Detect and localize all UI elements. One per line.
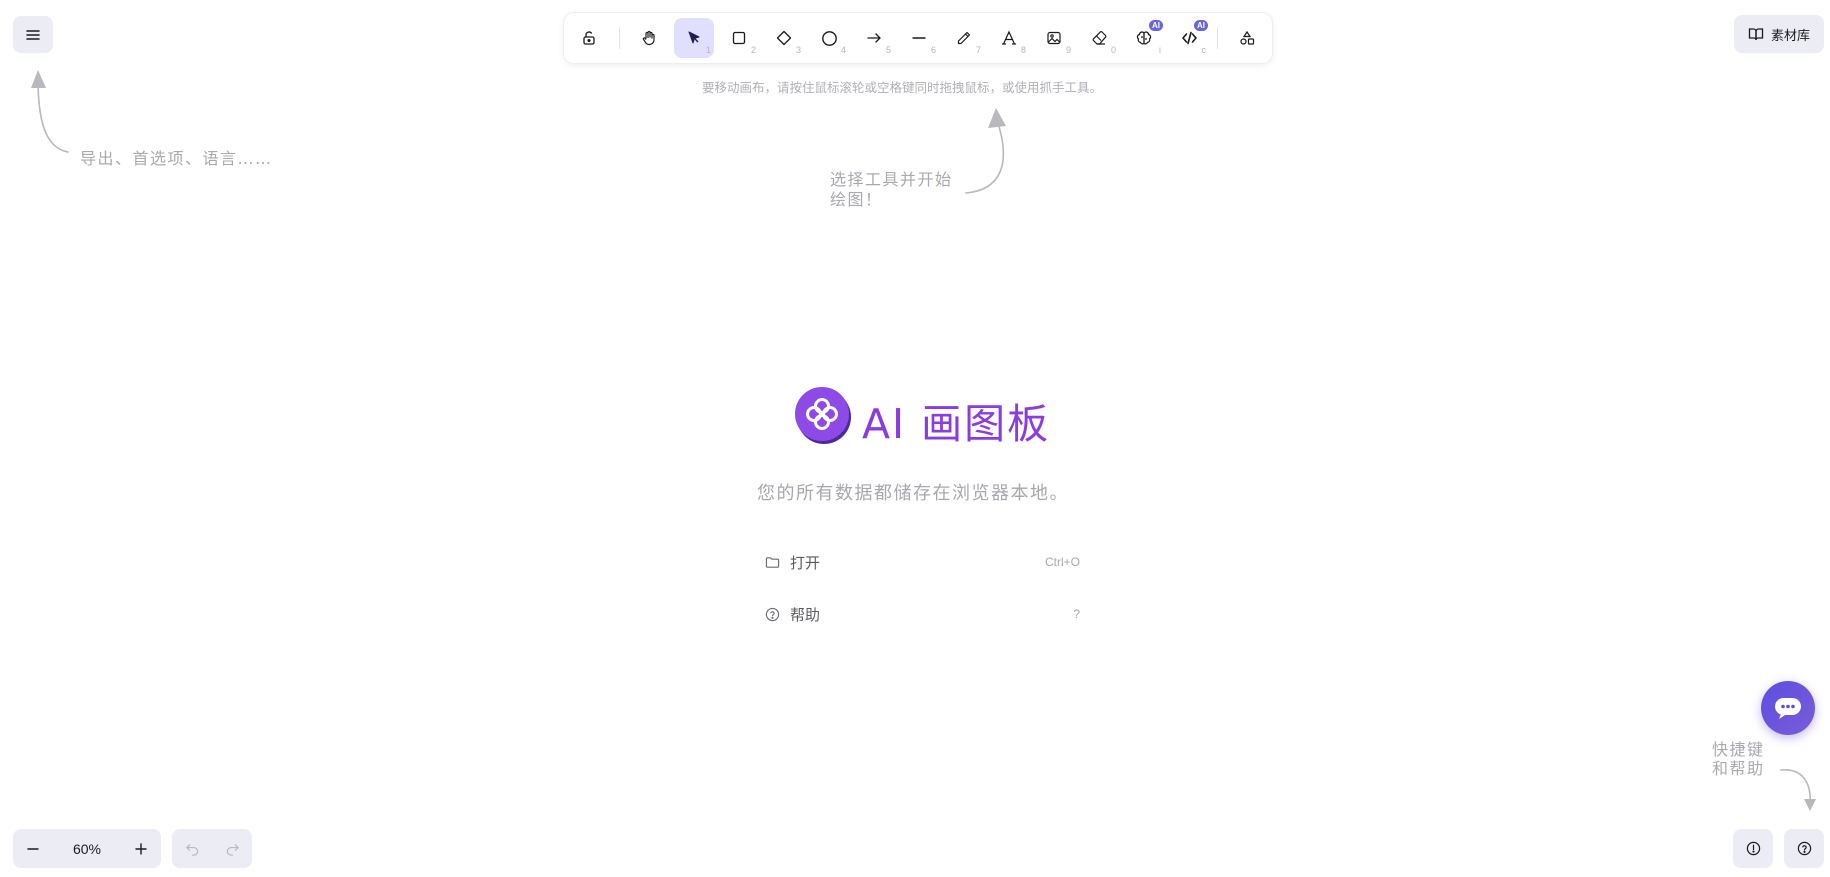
tool-key-label: 7 xyxy=(975,45,981,55)
help-circle-icon xyxy=(765,607,780,622)
line-icon xyxy=(911,30,927,46)
tool-line[interactable]: 6 xyxy=(899,18,939,58)
tool-ellipse[interactable]: 4 xyxy=(809,18,849,58)
ai-badge: AI xyxy=(1194,20,1208,31)
hamburger-icon xyxy=(25,27,41,43)
book-icon xyxy=(1748,26,1764,42)
text-icon xyxy=(1001,30,1017,46)
minus-icon xyxy=(26,842,40,856)
help-hint-arrowhead xyxy=(1804,799,1816,811)
circle-icon xyxy=(821,30,838,47)
tool-key-label: 2 xyxy=(750,45,756,55)
help-hint-line2: 和帮助 xyxy=(1712,759,1765,778)
tool-rectangle[interactable]: 2 xyxy=(719,18,759,58)
tool-key-label: c xyxy=(1201,45,1207,55)
tool-key-label: 5 xyxy=(885,45,891,55)
brain-icon xyxy=(1136,30,1152,46)
help-button[interactable] xyxy=(1784,829,1824,868)
redo-icon xyxy=(225,841,240,856)
question-icon xyxy=(1797,841,1812,856)
square-icon xyxy=(731,30,747,46)
tool-diamond[interactable]: 3 xyxy=(764,18,804,58)
tool-key-label: 9 xyxy=(1065,45,1071,55)
help-hint-line1: 快捷键 xyxy=(1712,740,1765,759)
welcome-title: AI 画图板 xyxy=(862,400,1051,448)
pencil-icon xyxy=(956,30,972,46)
menu-hint-arrowhead xyxy=(31,70,46,88)
tool-key-label: 1 xyxy=(705,45,711,55)
library-button[interactable]: 素材库 xyxy=(1734,15,1824,53)
tool-hint-arrow xyxy=(965,119,1005,194)
tool-hand[interactable] xyxy=(629,18,669,58)
open-label: 打开 xyxy=(790,553,821,572)
history-controls xyxy=(172,829,252,868)
tool-key-label: 3 xyxy=(795,45,801,55)
arrow-icon xyxy=(866,30,882,46)
tool-text[interactable]: 8 xyxy=(989,18,1029,58)
ai-badge: AI xyxy=(1149,20,1163,31)
diamond-icon xyxy=(776,30,792,46)
undo-button[interactable] xyxy=(172,829,212,868)
tool-lock[interactable] xyxy=(569,18,609,58)
info-icon xyxy=(1746,841,1761,856)
redo-button[interactable] xyxy=(212,829,252,868)
welcome-logo xyxy=(795,386,853,444)
info-button[interactable] xyxy=(1733,829,1773,868)
cursor-icon xyxy=(686,30,702,46)
tool-hint-line1: 选择工具并开始 xyxy=(830,170,953,189)
tool-key-label: 6 xyxy=(930,45,936,55)
open-shortcut: Ctrl+O xyxy=(1044,555,1080,569)
tool-hint-line2: 绘图！ xyxy=(830,190,883,209)
plus-icon xyxy=(134,842,148,856)
toolbar-divider xyxy=(1217,27,1218,49)
clover-logo-icon xyxy=(795,386,853,444)
help-hint-arrow xyxy=(1780,769,1811,806)
tool-ai-code[interactable]: AI c xyxy=(1169,18,1209,58)
hand-icon xyxy=(641,30,657,46)
tool-shapes[interactable] xyxy=(1227,18,1267,58)
image-icon xyxy=(1046,30,1062,46)
zoom-controls: 60% xyxy=(13,829,161,868)
chat-bot-icon xyxy=(1773,695,1803,721)
unlock-icon xyxy=(581,30,597,46)
menu-hint-arrow xyxy=(37,77,69,153)
welcome-open-item[interactable]: 打开 Ctrl+O xyxy=(760,544,1080,580)
toolbar: 1 2 3 4 5 6 7 8 9 0 AI i AI c xyxy=(564,13,1272,63)
zoom-out-button[interactable] xyxy=(13,829,53,868)
zoom-in-button[interactable] xyxy=(121,829,161,868)
eraser-icon xyxy=(1091,30,1107,46)
toolbar-divider xyxy=(619,27,620,49)
shapes-icon xyxy=(1239,30,1255,46)
welcome-subtitle: 您的所有数据都储存在浏览器本地。 xyxy=(757,483,1069,504)
welcome-help-item[interactable]: 帮助 ? xyxy=(760,596,1080,632)
zoom-level: 60% xyxy=(72,840,102,857)
main-menu-button[interactable] xyxy=(13,16,53,53)
menu-hint: 导出、首选项、语言…… xyxy=(80,149,273,168)
tool-eraser[interactable]: 0 xyxy=(1079,18,1119,58)
canvas-hint: 要移动画布，请按住鼠标滚轮或空格键同时拖拽鼠标，或使用抓手工具。 xyxy=(702,80,1103,95)
tool-hint: 选择工具并开始 绘图！ xyxy=(830,170,953,210)
undo-icon xyxy=(185,841,200,856)
code-icon xyxy=(1181,30,1198,46)
tool-key-label: i xyxy=(1159,45,1161,55)
folder-icon xyxy=(765,555,780,570)
tool-arrow[interactable]: 5 xyxy=(854,18,894,58)
tool-hint-arrowhead xyxy=(988,108,1006,128)
tool-selection[interactable]: 1 xyxy=(674,18,714,58)
zoom-reset-button[interactable]: 60% xyxy=(53,829,121,868)
help-shortcut: ? xyxy=(1073,607,1080,621)
tool-image[interactable]: 9 xyxy=(1034,18,1074,58)
help-hint: 快捷键 和帮助 xyxy=(1712,740,1765,778)
tool-key-label: 8 xyxy=(1020,45,1026,55)
tool-ai-brain[interactable]: AI i xyxy=(1124,18,1164,58)
tool-key-label: 4 xyxy=(840,45,846,55)
chat-bot-button[interactable] xyxy=(1761,681,1815,735)
tool-key-label: 0 xyxy=(1110,45,1116,55)
help-label: 帮助 xyxy=(790,605,821,624)
tool-draw[interactable]: 7 xyxy=(944,18,984,58)
library-label: 素材库 xyxy=(1770,28,1810,44)
